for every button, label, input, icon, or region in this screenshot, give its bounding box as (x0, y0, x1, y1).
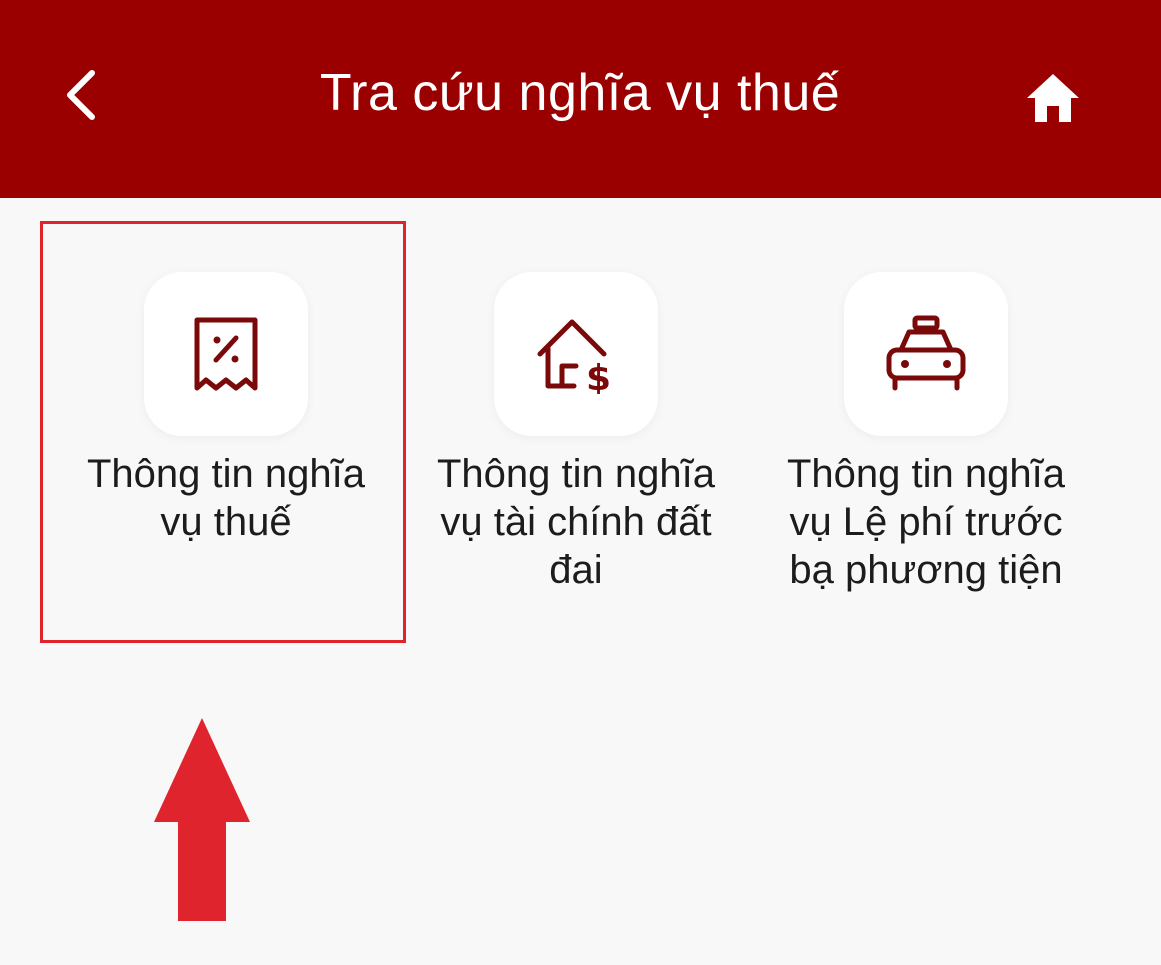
tile-icon-box (844, 272, 1008, 436)
tile-label: Thông tin nghĩa vụ thuế (87, 452, 365, 544)
tile-icon-box: $ (494, 272, 658, 436)
svg-text:$: $ (586, 358, 611, 394)
tile-label: Thông tin nghĩa vụ Lệ phí trước bạ phươn… (787, 452, 1065, 592)
menu-tile-land-finance[interactable]: $ Thông tin nghĩa vụ tài chính đất đai (406, 272, 746, 594)
back-button[interactable] (40, 50, 120, 140)
house-dollar-icon: $ (537, 319, 611, 394)
chevron-left-icon (67, 70, 95, 120)
tile-icon-box (144, 272, 308, 436)
menu-tile-tax-obligation[interactable]: Thông tin nghĩa vụ thuế (56, 272, 396, 546)
page-title: Tra cứu nghĩa vụ thuế (319, 64, 841, 122)
home-button[interactable] (1010, 55, 1095, 140)
tile-label: Thông tin nghĩa vụ tài chính đất đai (437, 452, 715, 592)
arrow-up-icon (154, 718, 250, 921)
tax-receipt-icon (194, 317, 258, 391)
taxi-icon (886, 315, 966, 391)
menu-tile-vehicle-registration-fee[interactable]: Thông tin nghĩa vụ Lệ phí trước bạ phươn… (756, 272, 1096, 594)
home-icon (1026, 73, 1079, 122)
app-header: Tra cứu nghĩa vụ thuế (0, 0, 1161, 198)
